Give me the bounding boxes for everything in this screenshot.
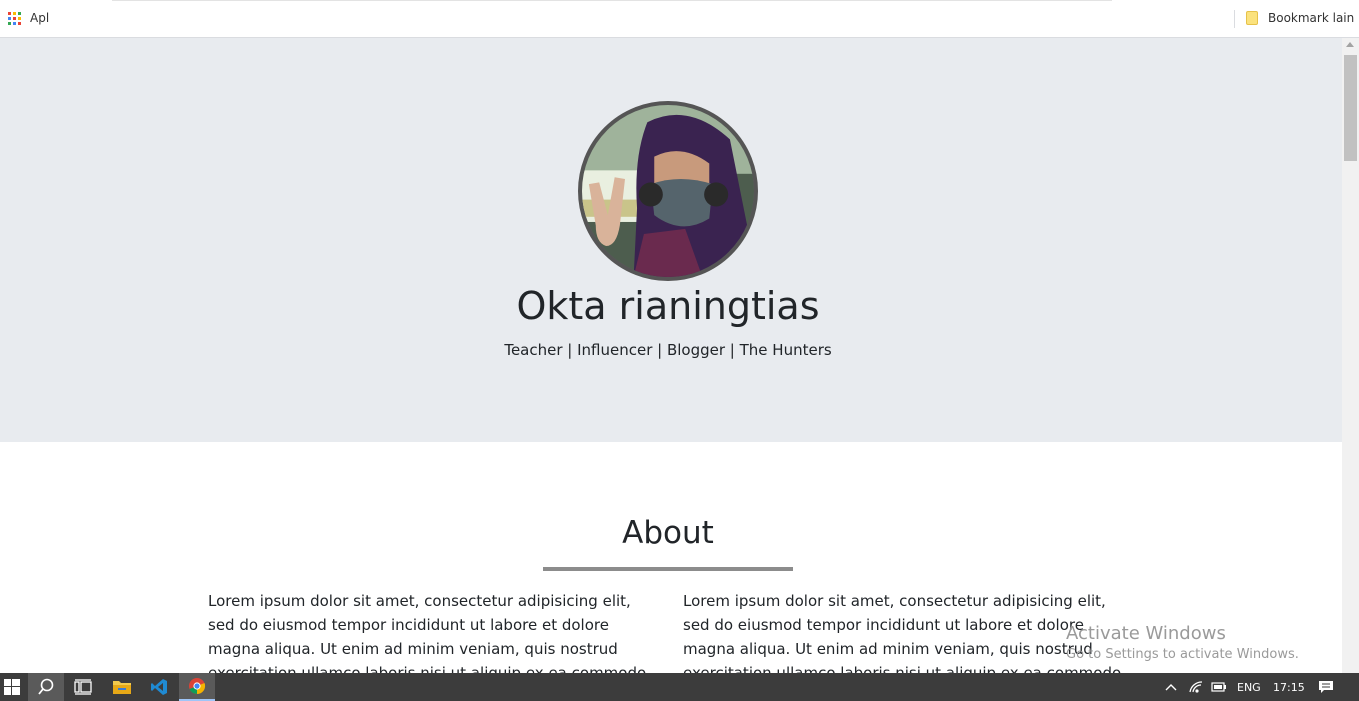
profile-tagline: Teacher | Influencer | Blogger | The Hun…: [504, 341, 832, 359]
scroll-up-arrow-icon[interactable]: [1346, 42, 1354, 47]
apps-shortcut[interactable]: Apl: [8, 11, 49, 25]
other-bookmarks-label: Bookmark lain: [1268, 11, 1355, 25]
bookmarks-divider: [1234, 10, 1235, 28]
scrollbar-thumb[interactable]: [1344, 55, 1357, 161]
language-indicator[interactable]: ENG: [1237, 681, 1261, 694]
task-view-icon[interactable]: [66, 673, 100, 701]
about-heading: About: [622, 515, 714, 551]
other-bookmarks-folder[interactable]: Bookmark lain: [1246, 11, 1354, 25]
about-paragraph-right: Lorem ipsum dolor sit amet, consectetur …: [683, 592, 1122, 673]
windows-taskbar: ENG 17:15: [0, 673, 1359, 701]
page-viewport: Okta rianingtias Teacher | Influencer | …: [0, 38, 1342, 673]
file-explorer-icon[interactable]: [104, 673, 140, 701]
bookmarks-bar: Apl Bookmark lain: [0, 0, 1359, 38]
about-divider: [543, 567, 793, 571]
profile-avatar: [578, 101, 758, 281]
apps-label: Apl: [30, 11, 50, 25]
battery-icon[interactable]: [1208, 673, 1230, 701]
tab-strip-edge: [112, 0, 1112, 1]
system-clock[interactable]: 17:15: [1273, 681, 1305, 694]
vscode-icon[interactable]: [141, 673, 177, 701]
vertical-scrollbar[interactable]: [1342, 38, 1359, 673]
search-icon[interactable]: [28, 673, 64, 701]
wifi-icon[interactable]: [1185, 673, 1207, 701]
chevron-up-icon[interactable]: [1160, 673, 1182, 701]
notification-icon[interactable]: [1312, 673, 1340, 701]
about-paragraph-left: Lorem ipsum dolor sit amet, consectetur …: [208, 592, 647, 673]
folder-icon: [1246, 11, 1258, 25]
windows-start-icon[interactable]: [0, 673, 24, 701]
chrome-icon[interactable]: [179, 673, 215, 701]
profile-name: Okta rianingtias: [516, 284, 820, 328]
apps-grid-icon: [8, 11, 21, 25]
hero-section: Okta rianingtias Teacher | Influencer | …: [0, 38, 1342, 442]
avatar-photo: [582, 105, 754, 277]
